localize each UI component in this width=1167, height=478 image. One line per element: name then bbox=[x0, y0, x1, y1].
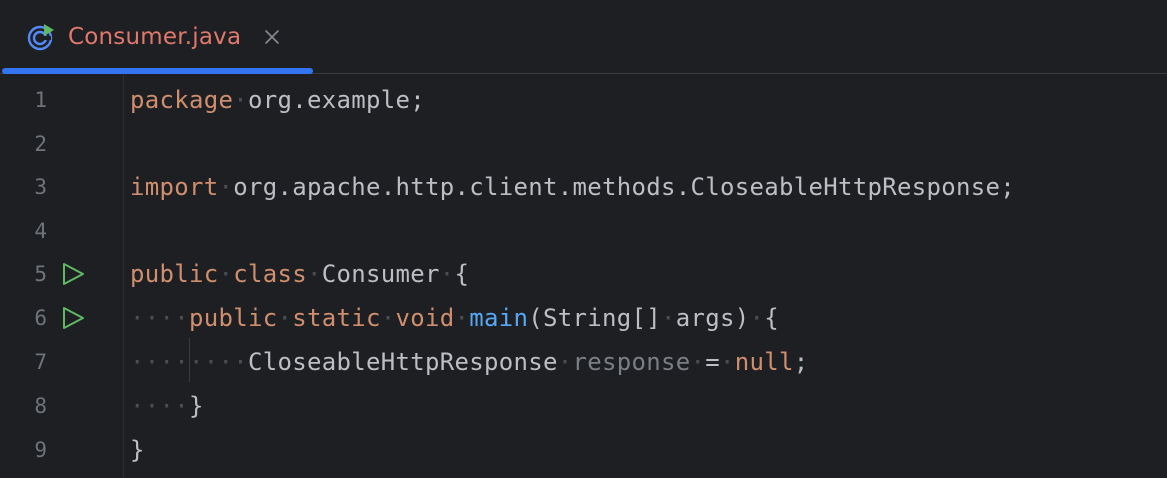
code-line-7: 7 ········CloseableHttpResponse·response… bbox=[0, 340, 1167, 384]
code-line-9: 9 } bbox=[0, 428, 1167, 472]
line-number: 5 bbox=[34, 262, 47, 286]
code-line-1: 1 package·org.example; bbox=[0, 78, 1167, 122]
brace: } bbox=[189, 392, 204, 420]
code-text[interactable]: } bbox=[130, 436, 145, 464]
code-text[interactable]: import·org.apache.http.client.methods.Cl… bbox=[130, 173, 1015, 201]
code-line-6: 6 ····public·static·void·main(String[]·a… bbox=[0, 296, 1167, 340]
code-text[interactable]: ····} bbox=[130, 392, 204, 420]
active-tab-indicator bbox=[2, 68, 313, 74]
keyword: public bbox=[130, 260, 219, 288]
code-line-2: 2 bbox=[0, 122, 1167, 166]
code-line-8: 8 ····} bbox=[0, 384, 1167, 428]
brace: } bbox=[130, 436, 145, 464]
param-name: args) bbox=[675, 304, 750, 332]
keyword: null bbox=[734, 348, 794, 376]
operator: = bbox=[705, 348, 720, 376]
close-icon[interactable] bbox=[263, 28, 281, 46]
unused-variable: response bbox=[572, 348, 691, 376]
line-number: 4 bbox=[34, 219, 47, 243]
keyword: package bbox=[130, 86, 234, 114]
code-line-4: 4 bbox=[0, 209, 1167, 253]
run-play-icon[interactable] bbox=[60, 261, 86, 287]
class-name: Consumer bbox=[321, 260, 440, 288]
line-number: 7 bbox=[34, 350, 47, 374]
line-number: 6 bbox=[34, 306, 47, 330]
code-line-3: 3 import·org.apache.http.client.methods.… bbox=[0, 165, 1167, 209]
brace: { bbox=[764, 304, 779, 332]
editor-tab-bar: Consumer.java bbox=[0, 0, 1167, 74]
tab-label: Consumer.java bbox=[68, 24, 242, 50]
run-play-icon[interactable] bbox=[60, 305, 86, 331]
type-name: CloseableHttpResponse bbox=[248, 348, 558, 376]
code-text[interactable]: ····public·static·void·main(String[]·arg… bbox=[130, 304, 779, 332]
package-name: org.example; bbox=[248, 86, 425, 114]
line-number: 8 bbox=[34, 394, 47, 418]
tab-consumer-java[interactable]: Consumer.java bbox=[0, 0, 313, 74]
keyword: public bbox=[189, 304, 278, 332]
import-path: org.apache.http.client.methods.Closeable… bbox=[233, 173, 1015, 201]
method-name: main bbox=[469, 304, 529, 332]
code-text[interactable]: package·org.example; bbox=[130, 86, 425, 114]
line-number: 1 bbox=[34, 88, 47, 112]
line-number: 3 bbox=[34, 175, 47, 199]
code-line-5: 5 public·class·Consumer·{ bbox=[0, 252, 1167, 296]
indent-guide bbox=[189, 338, 190, 382]
param-type: (String[] bbox=[528, 304, 661, 332]
line-number: 9 bbox=[34, 438, 47, 462]
keyword: void bbox=[395, 304, 455, 332]
keyword: static bbox=[292, 304, 381, 332]
keyword: import bbox=[130, 173, 219, 201]
line-number: 2 bbox=[34, 132, 47, 156]
java-class-icon bbox=[27, 24, 54, 51]
semicolon: ; bbox=[793, 348, 809, 376]
brace: { bbox=[454, 260, 470, 288]
keyword: class bbox=[233, 260, 307, 288]
code-text[interactable]: public·class·Consumer·{ bbox=[130, 260, 469, 288]
code-text[interactable]: ········CloseableHttpResponse·response·=… bbox=[130, 348, 808, 376]
